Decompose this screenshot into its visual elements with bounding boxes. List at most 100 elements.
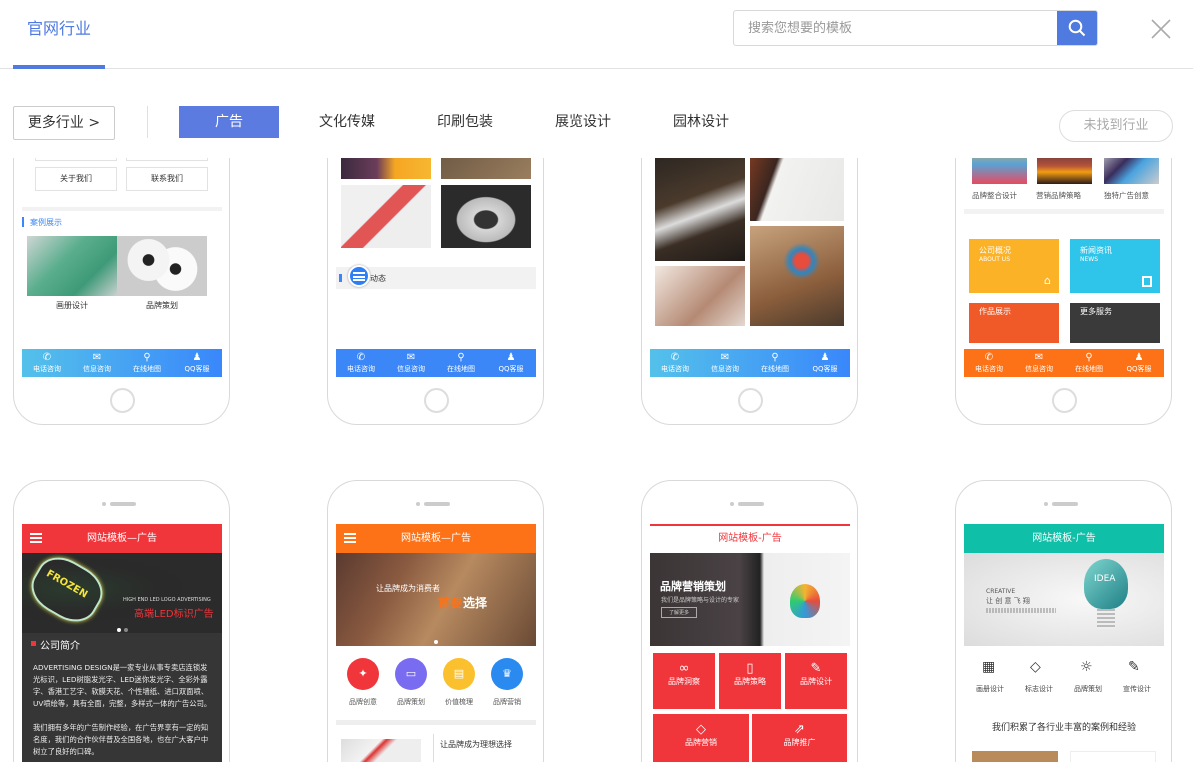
bottom-nav-item: ♟ QQ客服	[486, 349, 536, 377]
feature-label: 独特广告创意	[1104, 191, 1149, 200]
phone-icon: ✆	[984, 352, 994, 363]
banner-highlight: 首要	[438, 596, 463, 610]
bottom-nav-label: 在线地图	[761, 365, 789, 373]
bottom-nav-item: ✉ 信息咨询	[700, 349, 750, 377]
case-label: 品牌策划	[146, 301, 178, 310]
bottom-nav-item: ✆ 电话咨询	[336, 349, 386, 377]
book-icon	[1142, 276, 1152, 287]
divider	[147, 106, 148, 138]
phone-icon: ✆	[670, 352, 680, 363]
bottom-nav-item: ✉ 信息咨询	[1014, 349, 1064, 377]
banner-title: 品牌营销策划	[660, 580, 726, 593]
industry-not-found-button[interactable]: 未找到行业	[1059, 110, 1173, 142]
phone-icon: ✆	[356, 352, 366, 363]
tile: ⇗ 品牌推广	[752, 714, 847, 762]
edit-icon: ✎	[1128, 659, 1140, 675]
case-image	[117, 236, 207, 296]
mail-icon: ✉	[1034, 352, 1044, 363]
banner-subtitle: 我们是品牌策略与设计的专家	[661, 597, 740, 604]
bottom-nav-item: ✆ 电话咨询	[964, 349, 1014, 377]
tile-works: 作品展示	[969, 303, 1059, 343]
bottom-nav-label: 信息咨询	[83, 365, 111, 373]
bottom-nav-item: ♟ QQ客服	[800, 349, 850, 377]
learn-more-button: 了解更多	[661, 607, 698, 618]
qq-icon: ♟	[820, 352, 830, 363]
template-card[interactable]: ✆ 电话咨询 ✉ 信息咨询 ⚲ 在线地图 ♟ QQ客服	[641, 158, 858, 425]
case-image	[750, 226, 844, 326]
search-input[interactable]	[748, 11, 1048, 45]
bottom-nav-label: 信息咨询	[1025, 365, 1053, 373]
feature-label: 品牌整合设计	[972, 191, 1017, 200]
banner-en: HIGH END LED LOGO ADVERTISING	[123, 597, 211, 603]
icon-label: 品牌创意	[349, 698, 377, 706]
template-card[interactable]: 品牌整合设计 营销品牌策略 独特广告创意 公司概况 ABOUT US ⌂ 新闻资讯 N…	[955, 158, 1172, 425]
bottom-nav: ✆ 电话咨询 ✉ 信息咨询 ⚲ 在线地图 ♟ QQ客服	[964, 349, 1164, 377]
bottom-nav-item: ✉ 信息咨询	[386, 349, 436, 377]
intro-paragraph: 我们拥有多年的广告制作经验，在广告界享有一定的知名度，我们的合作伙伴普及全国各地…	[33, 723, 209, 756]
menu-icon	[30, 533, 42, 543]
template-card[interactable]: 网站模板-广告 CREATIVE 让 创 意 飞 翔 IDEA ▦ ◇ ☼ ✎ …	[955, 480, 1172, 762]
case-image	[341, 185, 431, 248]
template-title: 网站模板-广告	[718, 533, 782, 544]
industry-tab-landscape[interactable]: 园林设计	[651, 106, 751, 138]
template-preview: 网站模板—广告 让品牌成为消费者 首要 选择 ✦ ▭ ▤ ♛ 品牌创意 品牌策划…	[336, 524, 536, 762]
section-title: 案例展示	[30, 218, 62, 227]
map-pin-icon: ⚲	[457, 352, 465, 363]
bulb-graphic	[790, 584, 820, 618]
bottom-nav-label: QQ客服	[1126, 365, 1152, 373]
case-image	[341, 158, 431, 179]
case-image	[1104, 158, 1159, 184]
speaker	[730, 502, 770, 506]
banner-title: 高端LED标识广告	[134, 609, 214, 620]
bottom-nav-item: ✆ 电话咨询	[650, 349, 700, 377]
presentation-icon: ▤	[443, 658, 475, 690]
bottom-nav-label: QQ客服	[498, 365, 524, 373]
map-pin-icon: ⚲	[143, 352, 151, 363]
industry-tab-ad[interactable]: 广告	[179, 106, 279, 138]
template-grid[interactable]: 关于我们 联系我们 案例展示 画册设计 品牌策划 ✆ 电话咨询 ✉ 信息咨询 ⚲ 在线地图…	[0, 158, 1193, 762]
case-label: 画册设计	[56, 301, 88, 310]
about-us-button: 关于我们	[35, 167, 117, 191]
bottom-nav-item: ⚲ 在线地图	[122, 349, 172, 377]
industry-tab-exhibition[interactable]: 展览设计	[533, 106, 633, 138]
tile-services: 更多服务	[1070, 303, 1160, 343]
bottom-nav-label: QQ客服	[812, 365, 838, 373]
more-industries-button[interactable]: 更多行业 >	[13, 106, 115, 140]
industry-tab-culture-media[interactable]: 文化传媒	[297, 106, 397, 138]
home-button	[738, 388, 763, 413]
bottom-nav-label: 信息咨询	[397, 365, 425, 373]
template-card[interactable]: 网站模板—广告 让品牌成为消费者 首要 选择 ✦ ▭ ▤ ♛ 品牌创意 品牌策划…	[327, 480, 544, 762]
section-title: 动态	[370, 274, 386, 283]
industry-tab-printing[interactable]: 印刷包装	[415, 106, 515, 138]
template-card[interactable]: 动态 ✆ 电话咨询 ✉ 信息咨询 ⚲ 在线地图 ♟ QQ客服	[327, 158, 544, 425]
tab-official-industry[interactable]: 官网行业	[13, 0, 105, 69]
bottom-nav-label: 在线地图	[1075, 365, 1103, 373]
case-image	[750, 158, 844, 221]
bottom-nav-item: ⚲ 在线地图	[1064, 349, 1114, 377]
tile: ∞ 品牌洞察	[653, 653, 715, 709]
template-preview: 网站模板—广告 FROZEN HIGH END LED LOGO ADVERTI…	[22, 524, 222, 762]
speaker	[102, 502, 142, 506]
search-button[interactable]	[1057, 11, 1097, 45]
template-preview: 品牌整合设计 营销品牌策略 独特广告创意 公司概况 ABOUT US ⌂ 新闻资讯 N…	[964, 158, 1164, 377]
bottom-nav-item: ♟ QQ客服	[1114, 349, 1164, 377]
case-image	[441, 158, 531, 179]
slogan: 我们积累了各行业丰富的案例和经验	[991, 723, 1136, 733]
bottom-nav-item: ♟ QQ客服	[172, 349, 222, 377]
banner-title: 让 创 意 飞 翔	[986, 597, 1030, 605]
case-image	[655, 158, 745, 261]
icon-label: 标志设计	[1025, 685, 1053, 693]
template-card[interactable]: 关于我们 联系我们 案例展示 画册设计 品牌策划 ✆ 电话咨询 ✉ 信息咨询 ⚲ 在线地图…	[13, 158, 230, 425]
template-title: 网站模板-广告	[964, 524, 1164, 553]
close-icon[interactable]	[1150, 18, 1172, 40]
article-title: 让品牌成为理想选择	[440, 740, 512, 749]
bottom-nav-label: 电话咨询	[347, 365, 375, 373]
template-card[interactable]: 网站模板-广告 品牌营销策划 我们是品牌策略与设计的专家 了解更多 ∞ 品牌洞察 …	[641, 480, 858, 762]
case-image	[1037, 158, 1092, 184]
icon-label: 品牌策划	[397, 698, 425, 706]
bottom-nav-item: ⚲ 在线地图	[750, 349, 800, 377]
home-button	[424, 388, 449, 413]
template-card[interactable]: 网站模板—广告 FROZEN HIGH END LED LOGO ADVERTI…	[13, 480, 230, 762]
bottom-nav-item: ✉ 信息咨询	[72, 349, 122, 377]
bulb-graphic	[1084, 559, 1128, 609]
